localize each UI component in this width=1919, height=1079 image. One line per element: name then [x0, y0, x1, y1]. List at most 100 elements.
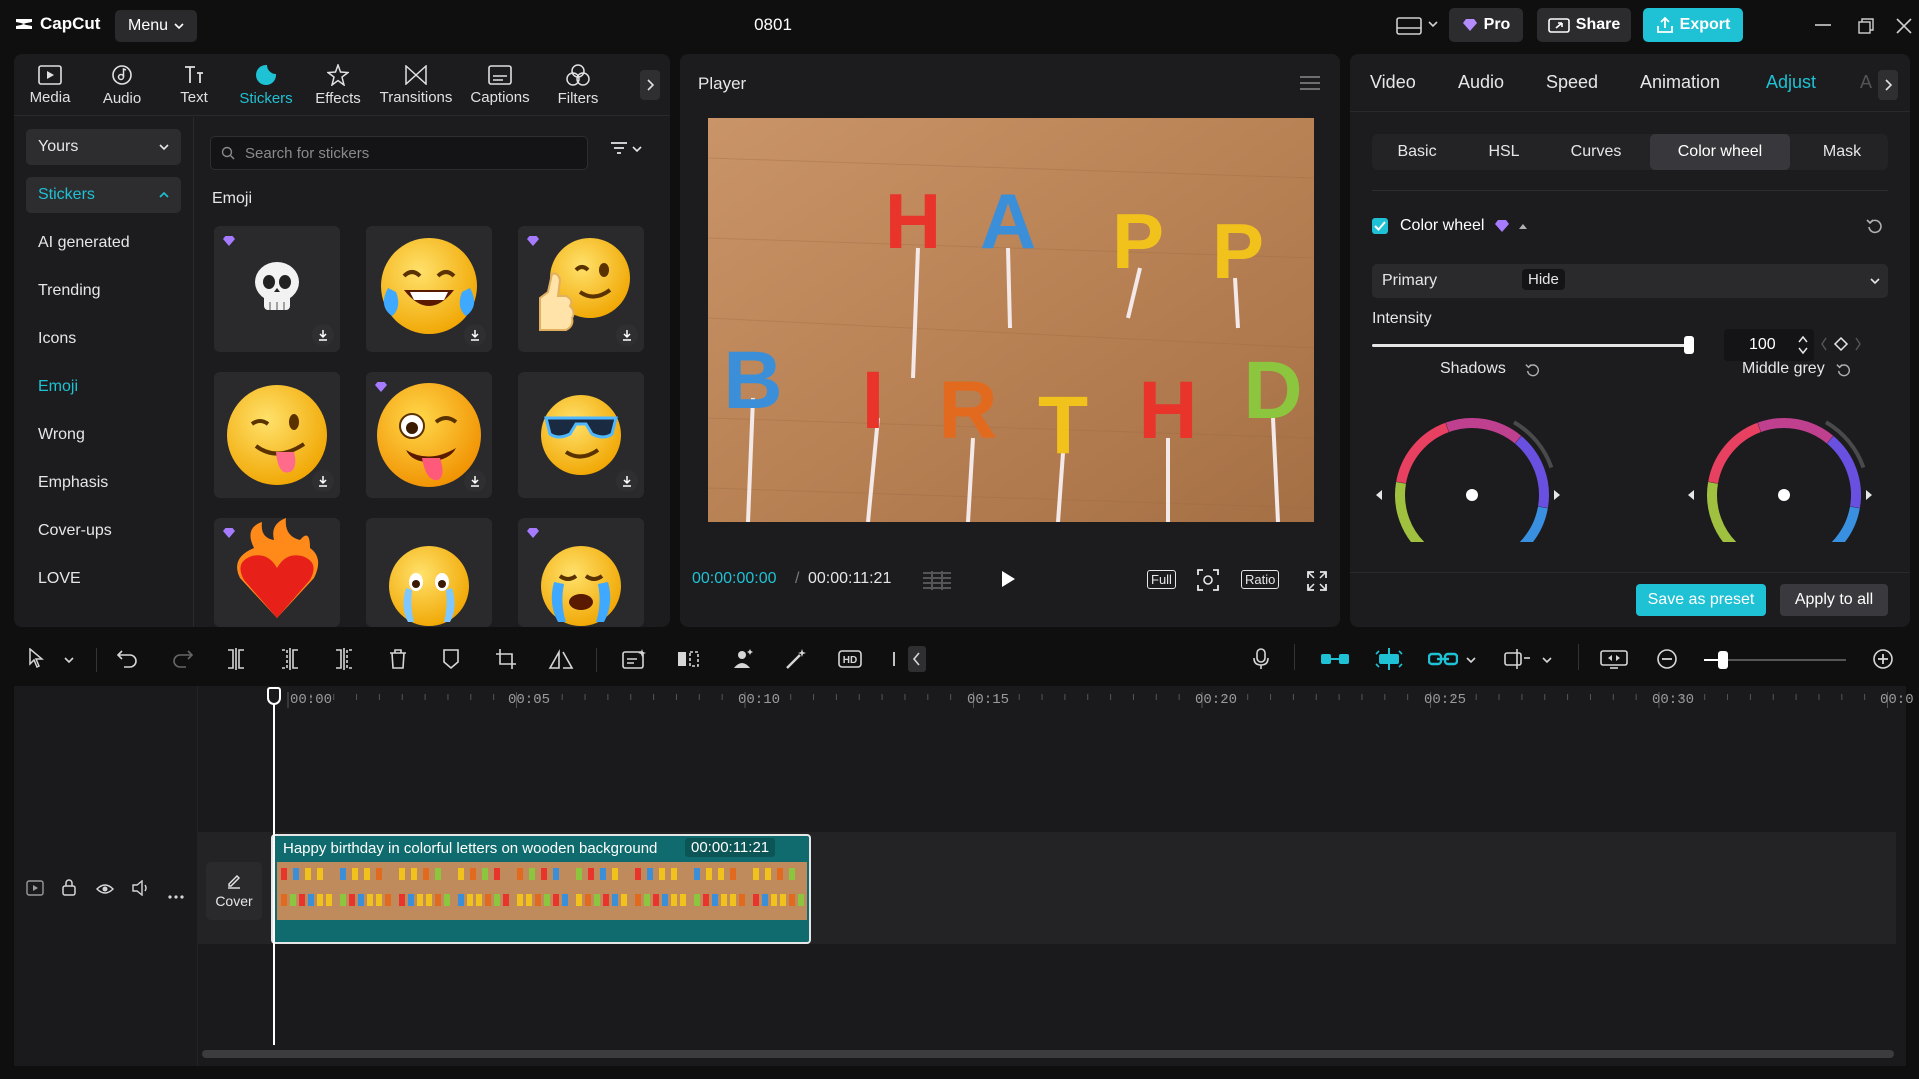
marker-icon[interactable] [442, 648, 460, 670]
save-as-preset-button[interactable]: Save as preset [1636, 584, 1766, 616]
sidebar-item-wrong[interactable]: Wrong [26, 417, 181, 453]
sidebar-item-emoji[interactable]: Emoji [26, 369, 181, 405]
download-icon[interactable] [616, 470, 638, 492]
microphone-icon[interactable] [1252, 648, 1270, 670]
tabs-scroll-right-button[interactable] [640, 70, 660, 100]
playhead[interactable] [273, 687, 275, 1045]
hide-button[interactable]: Hide [1522, 269, 1565, 290]
sticker-sunglasses[interactable] [518, 372, 644, 498]
redo-icon[interactable] [172, 648, 194, 668]
export-button[interactable]: Export [1643, 8, 1743, 42]
playhead-handle[interactable] [267, 687, 281, 705]
minimize-icon[interactable] [1815, 24, 1831, 26]
timeline-zoom-slider[interactable] [1704, 651, 1846, 669]
tab-media[interactable]: Media [14, 54, 86, 116]
grid-icon[interactable] [922, 570, 952, 590]
download-icon[interactable] [464, 324, 486, 346]
tab-video[interactable]: Video [1370, 72, 1416, 93]
subtab-curves[interactable]: Curves [1546, 134, 1646, 170]
layout-dropdown-icon[interactable] [1428, 20, 1438, 28]
apply-to-all-button[interactable]: Apply to all [1780, 584, 1888, 616]
sticker-crying[interactable] [366, 518, 492, 627]
tab-captions[interactable]: Captions [458, 54, 542, 116]
shadows-reset-icon[interactable] [1525, 362, 1541, 378]
auto-snapping-icon[interactable] [1374, 648, 1404, 670]
collapse-up-icon[interactable] [1518, 222, 1528, 230]
middle-grey-reset-icon[interactable] [1836, 362, 1852, 378]
split-right-icon[interactable] [334, 648, 354, 670]
subtab-hsl[interactable]: HSL [1462, 134, 1546, 170]
more-icon[interactable] [168, 886, 184, 904]
mirror-icon[interactable] [676, 648, 700, 670]
linkage-icon[interactable] [1428, 648, 1458, 670]
select-dropdown-icon[interactable] [64, 656, 74, 664]
split-icon[interactable] [226, 648, 246, 670]
sidebar-item-yours[interactable]: Yours [26, 129, 181, 165]
fullscreen-icon[interactable] [1306, 570, 1328, 592]
tab-filters[interactable]: Filters [542, 54, 614, 116]
layout-icon[interactable] [1396, 16, 1422, 36]
undo-icon[interactable] [116, 648, 138, 668]
sticker-tears-of-joy[interactable] [366, 226, 492, 352]
sticker-filter-button[interactable] [610, 142, 642, 156]
download-icon[interactable] [312, 324, 334, 346]
preview-axis-icon[interactable] [1504, 648, 1532, 670]
sticker-search-input[interactable]: Search for stickers [210, 136, 588, 170]
collapse-tools-icon[interactable] [908, 646, 926, 672]
zoom-fit-icon[interactable] [1196, 568, 1220, 592]
close-icon[interactable] [1896, 18, 1912, 34]
timeline-zoom-thumb[interactable] [1718, 651, 1728, 669]
subtab-basic[interactable]: Basic [1372, 134, 1462, 170]
tab-truncated[interactable]: A [1860, 72, 1872, 93]
restore-icon[interactable] [1858, 18, 1874, 34]
play-button[interactable] [1000, 570, 1016, 588]
zoom-in-icon[interactable] [1872, 648, 1894, 670]
select-tool-icon[interactable] [28, 648, 44, 668]
tab-stickers[interactable]: Stickers [230, 54, 302, 116]
track-type-icon[interactable] [26, 880, 44, 901]
tab-audio[interactable]: Audio [86, 54, 158, 116]
delete-icon[interactable] [388, 648, 408, 670]
timeline-area[interactable]: 00:00 00:05 00:10 00:15 00:20 00:25 00:3… [14, 686, 1914, 1066]
color-wheel-checkbox[interactable] [1372, 218, 1388, 234]
tab-adjust[interactable]: Adjust [1766, 72, 1816, 93]
ratio-button[interactable]: Ratio [1241, 570, 1280, 589]
sidebar-item-trending[interactable]: Trending [26, 273, 181, 309]
tab-speed[interactable]: Speed [1546, 72, 1598, 93]
video-preview[interactable]: H A P P B I R T H D [708, 118, 1314, 522]
hamburger-menu-icon[interactable] [1300, 76, 1320, 95]
magic-enhance-icon[interactable] [784, 648, 808, 670]
sticker-wink-tongue[interactable] [214, 372, 340, 498]
timeline-ruler[interactable] [198, 686, 1906, 726]
flip-icon[interactable] [548, 648, 574, 670]
tab-transitions[interactable]: Transitions [374, 54, 458, 116]
tab-audio-props[interactable]: Audio [1458, 72, 1504, 93]
preview-axis-dropdown-icon[interactable] [1542, 656, 1552, 664]
sidebar-item-stickers[interactable]: Stickers [26, 177, 181, 213]
tabs-scroll-right-button[interactable] [1878, 70, 1898, 100]
lock-icon[interactable] [62, 879, 76, 901]
share-button[interactable]: Share [1537, 8, 1631, 42]
eye-icon[interactable] [95, 882, 115, 900]
sidebar-item-icons[interactable]: Icons [26, 321, 181, 357]
sticker-thumbs-up-wink[interactable] [518, 226, 644, 352]
sidebar-item-cover-ups[interactable]: Cover-ups [26, 513, 181, 549]
pro-button[interactable]: Pro [1449, 8, 1523, 42]
zoom-out-icon[interactable] [1656, 648, 1678, 670]
download-icon[interactable] [312, 470, 334, 492]
tab-animation[interactable]: Animation [1640, 72, 1720, 93]
shadows-color-wheel[interactable] [1372, 392, 1572, 542]
timeline-scrollbar[interactable] [202, 1050, 1894, 1058]
tab-effects[interactable]: Effects [302, 54, 374, 116]
sticker-crazy-face[interactable] [366, 372, 492, 498]
download-icon[interactable] [616, 324, 638, 346]
intensity-slider-thumb[interactable] [1684, 336, 1694, 354]
sidebar-item-love[interactable]: LOVE [26, 561, 181, 597]
linkage-dropdown-icon[interactable] [1466, 656, 1476, 664]
cover-button[interactable]: Cover [206, 862, 262, 920]
tab-text[interactable]: Text [158, 54, 230, 116]
crop-icon[interactable] [494, 648, 518, 670]
auto-caption-icon[interactable] [622, 648, 646, 670]
sidebar-item-emphasis[interactable]: Emphasis [26, 465, 181, 501]
intensity-slider[interactable] [1372, 336, 1694, 354]
